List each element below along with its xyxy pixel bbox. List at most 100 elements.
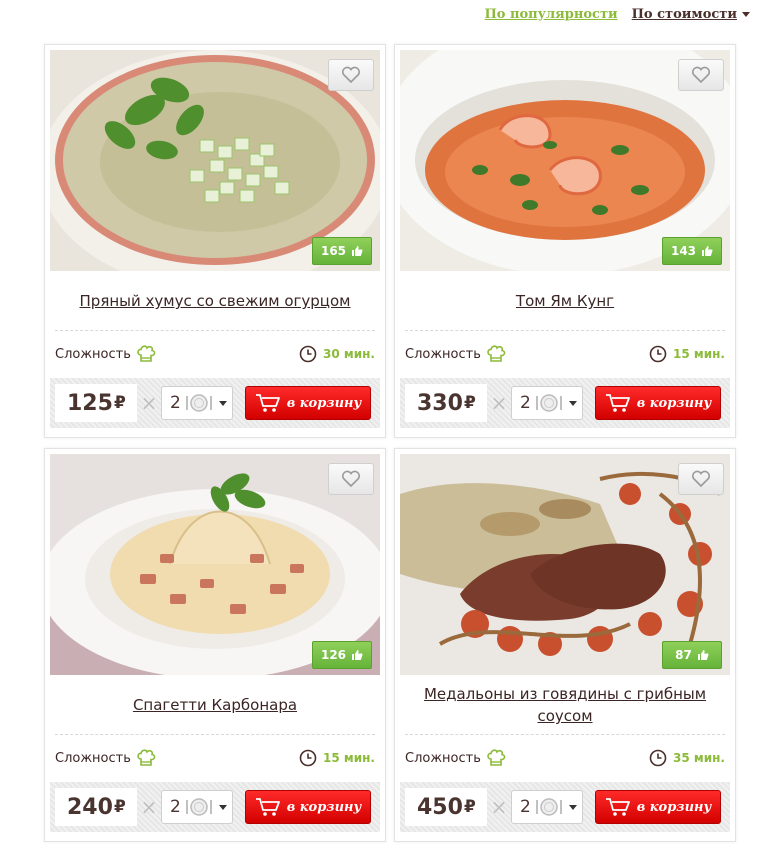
difficulty: Сложность	[55, 345, 156, 363]
recipe-title-link[interactable]: Том Ям Кунг	[516, 290, 614, 312]
heart-icon	[341, 470, 361, 488]
recipe-card: 87 Медальоны из говядины с грибным соусо…	[394, 448, 736, 842]
currency-symbol: ₽	[463, 797, 476, 817]
recipe-title-link[interactable]: Спагетти Карбонара	[133, 694, 297, 716]
recipe-photo[interactable]: 165	[50, 50, 380, 271]
plate-icon	[186, 394, 212, 412]
portions-select[interactable]: 2	[161, 386, 233, 420]
plate-icon	[186, 798, 212, 816]
like-counter[interactable]: 126	[312, 641, 372, 669]
portions-value: 2	[520, 393, 531, 413]
cart-icon	[255, 798, 280, 816]
recipe-grid: 165 Пряный хумус со свежим огурцом Сложн…	[44, 44, 736, 842]
recipe-title-area: Медальоны из говядины с грибным соусом	[395, 676, 735, 734]
purchase-bar: 450 ₽ × 2 в корзину	[400, 782, 730, 832]
cooking-time-value: 15 мин.	[673, 347, 725, 361]
multiply-sign: ×	[140, 795, 158, 819]
chevron-down-icon	[742, 12, 750, 17]
add-to-cart-label: в корзину	[286, 799, 362, 815]
add-to-cart-button[interactable]: в корзину	[245, 790, 371, 824]
sort-by-price-dropdown[interactable]: По стоимости	[632, 7, 750, 22]
like-counter[interactable]: 143	[662, 237, 722, 265]
thumbs-up-icon	[697, 650, 709, 660]
difficulty-label: Сложность	[55, 346, 131, 362]
portions-value: 2	[170, 393, 181, 413]
clock-icon	[299, 345, 317, 363]
recipe-title-link[interactable]: Медальоны из говядины с грибным соусом	[415, 683, 715, 727]
recipe-title-area: Пряный хумус со свежим огурцом	[45, 272, 385, 330]
like-count: 126	[320, 648, 347, 662]
chef-hat-icon	[487, 749, 506, 766]
plate-icon	[536, 394, 562, 412]
add-to-cart-button[interactable]: в корзину	[595, 386, 721, 420]
like-count: 143	[670, 244, 697, 258]
purchase-bar: 240 ₽ × 2 в корзину	[50, 782, 380, 832]
recipe-meta: Сложность 30 мин.	[55, 343, 375, 365]
recipe-photo[interactable]: 143	[400, 50, 730, 271]
portions-select[interactable]: 2	[511, 386, 583, 420]
chef-hat-icon	[487, 345, 506, 362]
recipe-card: 165 Пряный хумус со свежим огурцом Сложн…	[44, 44, 386, 438]
difficulty-label: Сложность	[405, 346, 481, 362]
divider	[55, 330, 375, 331]
divider	[55, 734, 375, 735]
currency-symbol: ₽	[463, 393, 476, 413]
portions-select[interactable]: 2	[511, 790, 583, 824]
clock-icon	[299, 749, 317, 767]
divider	[405, 734, 725, 735]
thumbs-up-icon	[352, 650, 363, 660]
purchase-bar: 125 ₽ × 2 в корзину	[50, 378, 380, 428]
price-value: 240	[67, 794, 113, 820]
favorite-button[interactable]	[678, 463, 724, 495]
chevron-down-icon	[218, 400, 227, 406]
recipe-card: 126 Спагетти Карбонара Сложность 15 мин.…	[44, 448, 386, 842]
cart-icon	[255, 394, 280, 412]
clock-icon	[649, 749, 667, 767]
plate-icon	[536, 798, 562, 816]
price-value: 330	[417, 390, 463, 416]
favorite-button[interactable]	[328, 59, 374, 91]
recipe-card: 143 Том Ям Кунг Сложность 15 мин. 330 ₽ ×	[394, 44, 736, 438]
price: 450 ₽	[405, 788, 487, 826]
chef-hat-icon	[137, 749, 156, 766]
cooking-time-value: 35 мин.	[673, 751, 725, 765]
sort-bar: По популярности По стоимости	[485, 7, 750, 22]
difficulty: Сложность	[405, 345, 506, 363]
divider	[405, 330, 725, 331]
difficulty-label: Сложность	[405, 750, 481, 766]
recipe-title-area: Спагетти Карбонара	[45, 676, 385, 734]
like-counter[interactable]: 87	[662, 641, 722, 669]
cooking-time-value: 15 мин.	[323, 751, 375, 765]
like-counter[interactable]: 165	[312, 237, 372, 265]
add-to-cart-button[interactable]: в корзину	[595, 790, 721, 824]
price: 125 ₽	[55, 384, 137, 422]
clock-icon	[649, 345, 667, 363]
recipe-meta: Сложность 15 мин.	[55, 747, 375, 769]
portions-select[interactable]: 2	[161, 790, 233, 824]
cooking-time: 30 мин.	[299, 345, 375, 363]
cooking-time: 15 мин.	[299, 749, 375, 767]
heart-icon	[691, 66, 711, 84]
add-to-cart-label: в корзину	[636, 799, 712, 815]
cooking-time-value: 30 мин.	[323, 347, 375, 361]
favorite-button[interactable]	[328, 463, 374, 495]
cooking-time: 35 мин.	[649, 749, 725, 767]
like-count: 87	[675, 648, 692, 662]
add-to-cart-button[interactable]: в корзину	[245, 386, 371, 420]
recipe-photo[interactable]: 126	[50, 454, 380, 675]
portions-value: 2	[520, 797, 531, 817]
recipe-title-link[interactable]: Пряный хумус со свежим огурцом	[80, 290, 351, 312]
chef-hat-icon	[137, 345, 156, 362]
cooking-time: 15 мин.	[649, 345, 725, 363]
heart-icon	[341, 66, 361, 84]
favorite-button[interactable]	[678, 59, 724, 91]
recipe-photo[interactable]: 87	[400, 454, 730, 675]
multiply-sign: ×	[490, 795, 508, 819]
add-to-cart-label: в корзину	[636, 395, 712, 411]
cart-icon	[605, 798, 630, 816]
like-count: 165	[320, 244, 347, 258]
price-value: 125	[67, 390, 113, 416]
sort-by-popularity-link[interactable]: По популярности	[485, 7, 618, 22]
multiply-sign: ×	[490, 391, 508, 415]
add-to-cart-label: в корзину	[286, 395, 362, 411]
